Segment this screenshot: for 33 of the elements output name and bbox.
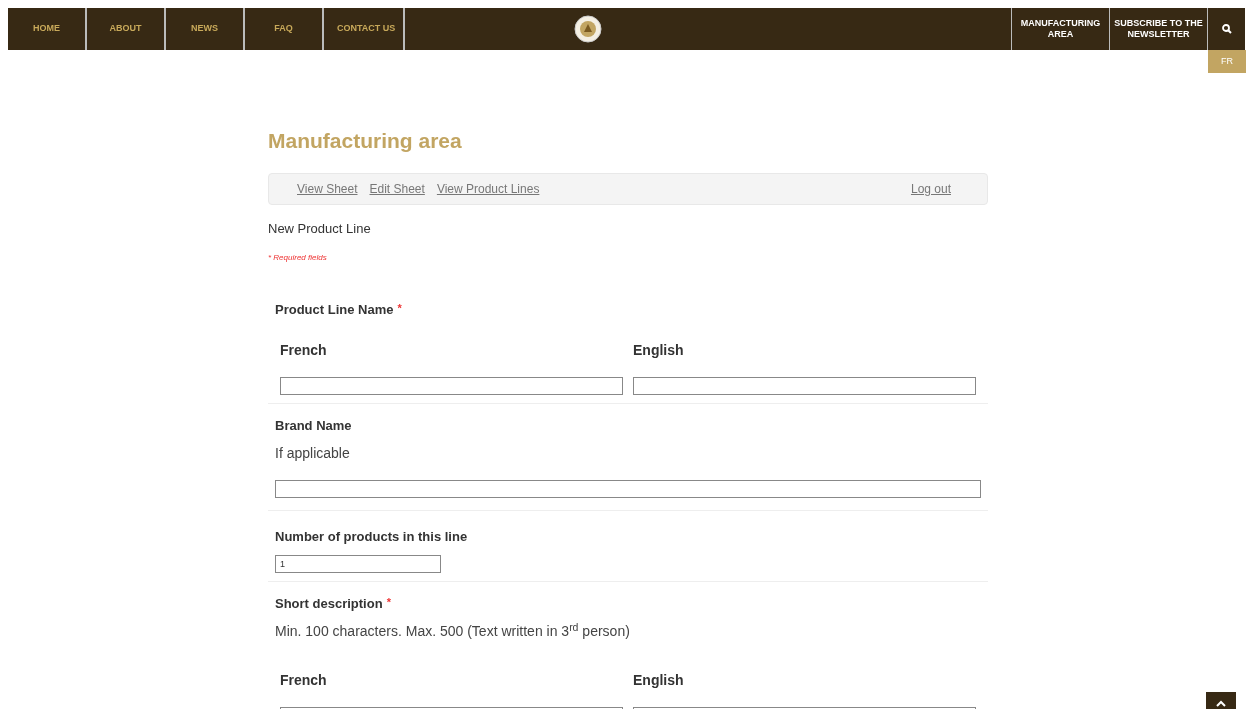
input-field[interactable] bbox=[280, 376, 623, 395]
required-mark: * bbox=[397, 302, 402, 314]
search-icon bbox=[1221, 24, 1232, 34]
field-hint: Min. 100 characters. Max. 500 (Text written in 3$^{rd}$ person) bbox=[275, 621, 631, 641]
number-field[interactable]: 1 bbox=[275, 554, 441, 573]
input-field[interactable] bbox=[275, 480, 981, 498]
language-label: English bbox=[633, 340, 685, 360]
nav-link[interactable]: MANUFACTURING AREA bbox=[1011, 8, 1109, 50]
nav-link[interactable]: SUBSCRIBE TO THE NEWSLETTER bbox=[1109, 8, 1207, 50]
page-title: Manufacturing area bbox=[268, 128, 463, 154]
nav-link[interactable]: NEWS bbox=[166, 8, 245, 50]
logout-link[interactable]: Log out bbox=[910, 179, 959, 198]
form-title: New Product Line bbox=[268, 219, 372, 238]
language-label: English bbox=[633, 671, 685, 690]
language-label: French bbox=[280, 671, 328, 690]
nav-link[interactable]: FAQ bbox=[245, 8, 324, 50]
field-label: Product Line Name bbox=[275, 302, 394, 317]
field-hint: If applicable bbox=[275, 444, 351, 463]
field-label: Brand Name bbox=[275, 417, 352, 433]
required-fields-note: * Required fields bbox=[268, 252, 328, 264]
required-mark: * bbox=[386, 595, 391, 608]
sub-nav-link[interactable]: View Product Lines bbox=[436, 179, 540, 198]
field-label: Number of products in this line bbox=[275, 529, 468, 544]
nav-link[interactable]: CONTACT US bbox=[324, 8, 406, 50]
logo-icon[interactable] bbox=[574, 15, 603, 43]
chevron-up-icon bbox=[1216, 700, 1226, 707]
input-field[interactable] bbox=[633, 376, 976, 395]
nav-link[interactable]: HOME bbox=[8, 8, 87, 50]
nav-link[interactable]: ABOUT bbox=[87, 8, 166, 50]
language-label: French bbox=[280, 340, 328, 360]
sub-nav-link[interactable]: View Sheet bbox=[297, 179, 358, 198]
field-label: Short description bbox=[275, 595, 383, 611]
sub-nav-link[interactable]: Edit Sheet bbox=[369, 179, 425, 198]
